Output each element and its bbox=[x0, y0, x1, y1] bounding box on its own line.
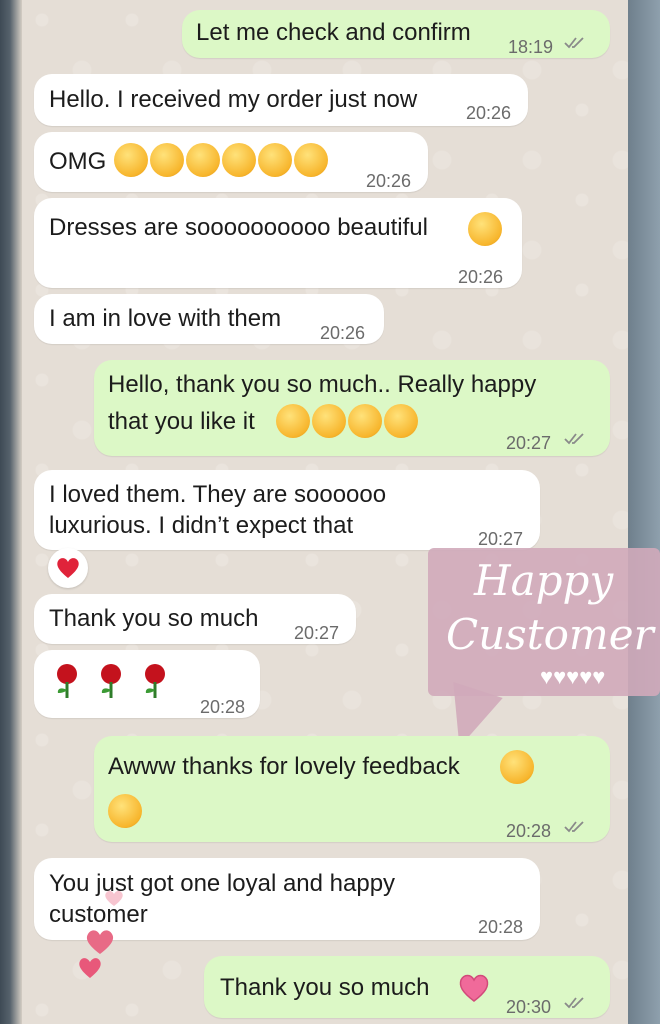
message-text: Thank you so much bbox=[220, 974, 430, 1001]
sticker-text-line2: Customer bbox=[446, 610, 654, 659]
message-incoming[interactable]: Hello. I received my order just now 20:2… bbox=[34, 74, 528, 126]
message-text: Awww thanks for lovely feedback bbox=[108, 753, 460, 780]
message-incoming[interactable]: I am in love with them 20:26 bbox=[34, 294, 384, 344]
rose-emoji bbox=[101, 664, 121, 698]
message-incoming[interactable]: OMG 20:26 bbox=[34, 132, 428, 192]
astonished-face-emoji bbox=[114, 143, 148, 177]
message-outgoing[interactable]: Hello, thank you so much.. Really happy … bbox=[94, 360, 610, 456]
message-time: 20:28 bbox=[478, 917, 524, 937]
message-time: 20:26 bbox=[366, 171, 412, 191]
astonished-face-emoji bbox=[222, 143, 256, 177]
grinning-face-emoji bbox=[500, 750, 534, 784]
message-incoming[interactable]: Dresses are soooooooooo beautiful 20:26 bbox=[34, 198, 522, 288]
message-text-line2: luxurious. I didn’t expect that bbox=[49, 512, 354, 539]
message-outgoing[interactable]: Let me check and confirm 18:19 bbox=[182, 10, 610, 58]
message-time: 20:26 bbox=[466, 103, 512, 123]
astonished-face-emoji bbox=[150, 143, 184, 177]
double-check-icon bbox=[564, 433, 584, 445]
message-time: 20:30 bbox=[506, 997, 552, 1017]
message-text: OMG bbox=[49, 148, 107, 175]
rose-emoji bbox=[57, 664, 77, 698]
message-time: 20:27 bbox=[294, 623, 340, 643]
message-time: 20:26 bbox=[458, 267, 504, 287]
message-outgoing[interactable]: Thank you so much 20:30 bbox=[204, 956, 610, 1018]
message-time: 20:26 bbox=[320, 323, 366, 343]
message-text: Let me check and confirm bbox=[196, 19, 471, 46]
message-text-line1: Hello, thank you so much.. Really happy bbox=[108, 371, 537, 398]
astonished-face-emoji bbox=[186, 143, 220, 177]
message-incoming[interactable]: Thank you so much 20:27 bbox=[34, 594, 356, 644]
sticker-text-line1: Happy bbox=[474, 556, 614, 605]
star-struck-emoji bbox=[468, 212, 502, 246]
smiling-face-emoji bbox=[312, 404, 346, 438]
smiling-face-emoji bbox=[276, 404, 310, 438]
message-text: Hello. I received my order just now bbox=[49, 86, 418, 113]
pink-heart-emoji bbox=[459, 974, 489, 1002]
double-check-icon bbox=[564, 821, 584, 833]
message-time: 20:28 bbox=[506, 821, 552, 841]
sticker-hearts: ♥♥♥♥♥ bbox=[540, 664, 606, 689]
message-text: Dresses are soooooooooo beautiful bbox=[49, 214, 428, 241]
smiling-face-emoji bbox=[108, 794, 142, 828]
double-check-icon bbox=[564, 997, 584, 1009]
astonished-face-emoji bbox=[294, 143, 328, 177]
floating-hearts-icon bbox=[79, 890, 123, 978]
astonished-face-emoji bbox=[258, 143, 292, 177]
red-heart-reaction[interactable] bbox=[48, 548, 88, 588]
message-incoming[interactable]: I loved them. They are soooooo luxurious… bbox=[34, 470, 540, 550]
message-incoming[interactable]: 20:28 bbox=[34, 650, 260, 718]
double-check-icon bbox=[564, 37, 584, 49]
message-time: 18:19 bbox=[508, 37, 554, 57]
message-text-line1: I loved them. They are soooooo bbox=[49, 481, 387, 508]
message-text: Thank you so much bbox=[49, 605, 259, 632]
smiling-face-emoji bbox=[348, 404, 382, 438]
smiling-face-emoji bbox=[384, 404, 418, 438]
message-outgoing[interactable]: Awww thanks for lovely feedback 20:28 bbox=[94, 736, 610, 842]
rose-emoji bbox=[145, 664, 165, 698]
message-text: I am in love with them bbox=[49, 305, 282, 332]
message-text-line2: that you like it bbox=[108, 408, 255, 435]
message-time: 20:27 bbox=[506, 433, 552, 453]
message-time: 20:28 bbox=[200, 697, 246, 717]
